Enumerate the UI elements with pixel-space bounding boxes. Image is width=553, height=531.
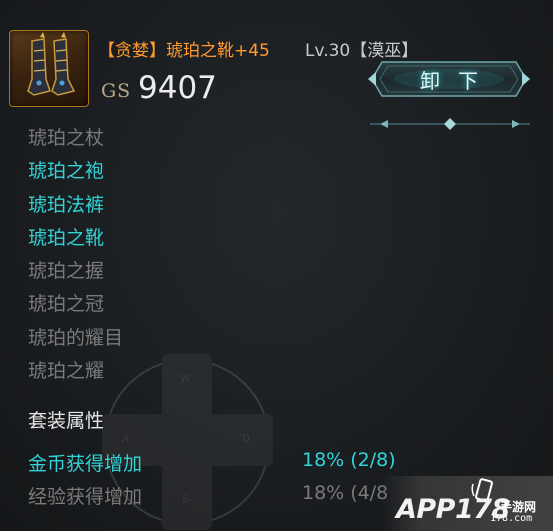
set-piece: 琥珀法裤 [28,193,105,216]
watermark-url: 178.com [490,513,533,524]
set-bonus-title: 套装属性 [28,410,105,432]
set-piece: 琥珀之靴 [28,226,105,249]
divider-ornament [370,118,530,130]
item-name: 【贪婪】琥珀之靴+45 [98,41,270,61]
set-bonus-value: 18% (2/8) [302,449,396,471]
set-bonus-value: 18% (4/8 [302,482,389,504]
dpad-key-left: A [122,434,130,445]
unequip-button-label: 卸下 [420,68,496,93]
gear-score-value: 9407 [138,70,217,106]
set-bonus-label: 金币获得增加 [28,453,143,475]
item-detail-panel: 【贪婪】琥珀之靴+45 Lv.30【漠巫】 GS 9407 卸下 W A D S… [0,0,553,531]
set-bonus-label: 经验获得增加 [28,486,143,508]
set-piece: 琥珀之袍 [28,160,105,183]
dpad-key-right: D [242,434,251,445]
set-piece: 琥珀之杖 [28,127,105,149]
watermark-logo: APP178 手游网 178.com [382,476,553,531]
boots-icon [9,30,89,107]
set-piece: 琥珀之耀 [28,360,105,383]
dpad-key-up: W [180,374,191,385]
set-piece: 琥珀之握 [28,260,105,283]
set-piece: 琥珀之冠 [28,293,105,316]
set-pieces-list: 琥珀之杖 琥珀之袍 琥珀法裤 琥珀之靴 琥珀之握 琥珀之冠 琥珀的耀目 琥珀之耀 [28,122,123,388]
dpad-key-down: S [182,494,189,505]
set-piece: 琥珀的耀目 [28,326,124,349]
gear-score-label: GS [101,80,132,102]
unequip-button[interactable]: 卸下 [368,58,530,100]
